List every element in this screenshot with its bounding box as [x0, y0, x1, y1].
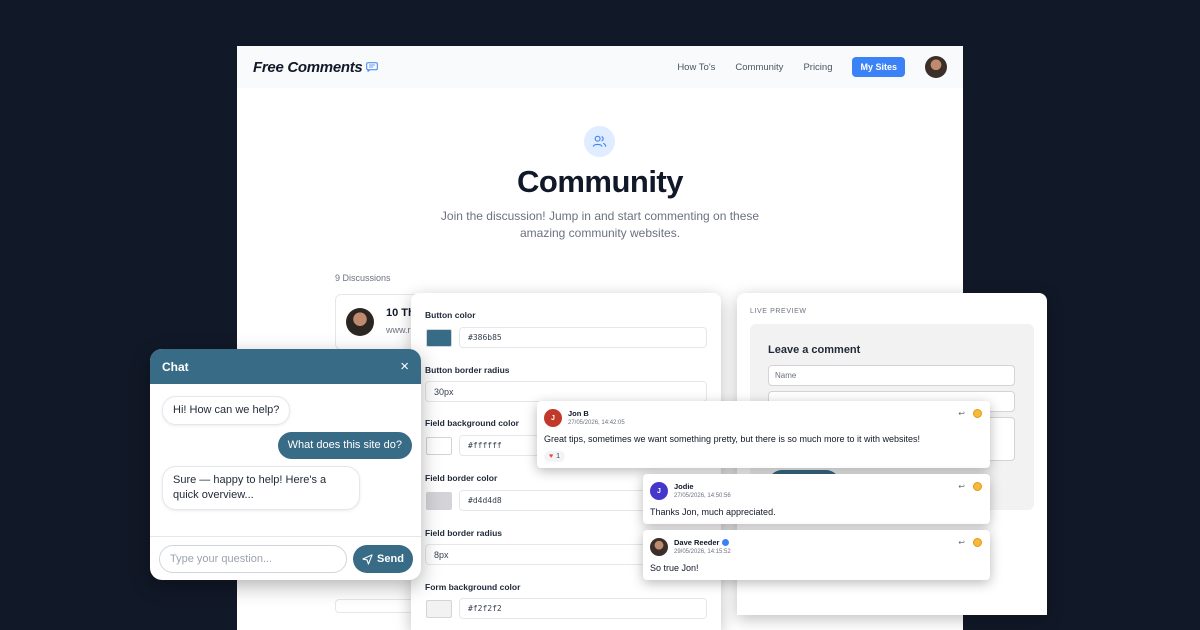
field-background-color-swatch[interactable]	[426, 437, 452, 455]
brand-name: Free Comments	[253, 58, 363, 76]
chat-question-input[interactable]	[159, 545, 347, 573]
reply-icon[interactable]: ↩	[958, 409, 965, 418]
chat-header: Chat ×	[150, 349, 421, 384]
field-border-color-label: Field border color	[425, 473, 498, 483]
commenter-name: Jon B	[568, 409, 589, 418]
send-button[interactable]: Send	[353, 545, 413, 573]
comment-date: 29/05/2026, 14:15:52	[674, 549, 731, 555]
discussion-url: www.r	[386, 325, 411, 335]
emoji-react-icon[interactable]	[973, 482, 982, 491]
leave-comment-title: Leave a comment	[768, 344, 861, 356]
chat-message-user: What does this site do?	[277, 432, 412, 459]
send-label: Send	[377, 553, 404, 565]
chat-footer: Send	[150, 536, 421, 580]
page-subtitle: Join the discussion! Jump in and start c…	[440, 209, 760, 240]
comment-date: 27/05/2026, 14:42:05	[568, 420, 625, 426]
comment-card: J Jon B 27/05/2026, 14:42:05 ↩ Great tip…	[537, 401, 990, 468]
my-sites-button[interactable]: My Sites	[852, 57, 905, 77]
comment-actions: ↩	[958, 409, 982, 418]
commenter-name: Jodie	[674, 482, 694, 491]
verified-badge-icon	[722, 539, 730, 546]
page-title: Community	[517, 164, 684, 199]
commenter-avatar	[650, 538, 668, 556]
reaction-count: 1	[556, 453, 561, 460]
chat-message-bot: Sure — happy to help! Here's a quick ove…	[162, 466, 360, 510]
form-background-color-input[interactable]: #f2f2f2	[459, 598, 707, 619]
users-icon	[584, 126, 615, 157]
comment-actions: ↩	[958, 482, 982, 491]
close-icon[interactable]: ×	[400, 358, 409, 375]
field-background-color-label: Field background color	[425, 418, 519, 428]
heart-icon: ♥	[549, 453, 554, 460]
commenter-name: Dave Reeder	[674, 538, 720, 547]
field-border-color-swatch[interactable]	[426, 492, 452, 510]
chat-title: Chat	[162, 359, 189, 374]
commenter-avatar: J	[650, 482, 668, 500]
nav-link-pricing[interactable]: Pricing	[803, 62, 832, 73]
reply-icon[interactable]: ↩	[958, 482, 965, 491]
reaction-badge[interactable]: ♥ 1	[544, 451, 566, 462]
emoji-react-icon[interactable]	[973, 538, 982, 547]
comment-card: Dave Reeder 29/05/2026, 14:15:52 ↩ So tr…	[643, 530, 990, 580]
comment-date: 27/05/2026, 14:50:56	[674, 493, 731, 499]
comment-text: Thanks Jon, much appreciated.	[650, 507, 776, 517]
name-field[interactable]: Name	[768, 365, 1015, 386]
send-icon	[362, 553, 373, 565]
user-avatar[interactable]	[925, 56, 947, 78]
live-preview-label: LIVE PREVIEW	[750, 308, 807, 315]
commenter-avatar: J	[544, 409, 562, 427]
form-background-color-swatch[interactable]	[426, 600, 452, 618]
button-color-label: Button color	[425, 310, 476, 320]
emoji-react-icon[interactable]	[973, 409, 982, 418]
form-background-color-label: Form background color	[425, 582, 521, 592]
comment-card: J Jodie 27/05/2026, 14:50:56 ↩ Thanks Jo…	[643, 474, 990, 524]
chat-bubble-icon	[366, 62, 379, 72]
comment-text: Great tips, sometimes we want something …	[544, 434, 920, 444]
commenter-name-wrap: Dave Reeder	[674, 538, 730, 547]
top-nav: Free Comments How To's Community Pricing…	[237, 46, 963, 88]
button-color-input[interactable]: #386b85	[459, 327, 707, 348]
discussion-count: 9 Discussions	[335, 273, 391, 283]
button-color-swatch[interactable]	[426, 329, 452, 347]
reply-icon[interactable]: ↩	[958, 538, 965, 547]
button-border-radius-input[interactable]: 30px	[425, 381, 707, 402]
chat-message-bot: Hi! How can we help?	[162, 396, 291, 425]
chat-widget: Chat × Hi! How can we help? What does th…	[150, 349, 421, 580]
field-border-radius-label: Field border radius	[425, 528, 502, 538]
nav-links: How To's Community Pricing My Sites	[677, 56, 947, 78]
discussion-avatar	[346, 308, 374, 336]
button-border-radius-label: Button border radius	[425, 365, 510, 375]
nav-link-community[interactable]: Community	[735, 62, 783, 73]
nav-link-how-tos[interactable]: How To's	[677, 62, 715, 73]
brand-logo[interactable]: Free Comments	[253, 58, 379, 76]
comment-actions: ↩	[958, 538, 982, 547]
comment-text: So true Jon!	[650, 563, 699, 573]
